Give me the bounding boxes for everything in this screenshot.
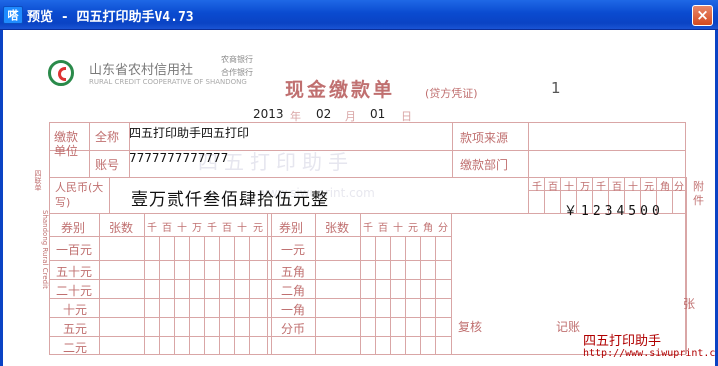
source-label: 款项来源 bbox=[460, 131, 509, 145]
denom-row-label: 二元 bbox=[63, 341, 88, 355]
denom-row-label: 五元 bbox=[63, 322, 88, 336]
denom-left-count-header: 张数 bbox=[109, 221, 134, 235]
denom-digit-header: 千 bbox=[207, 223, 217, 234]
preview-area: 山东省农村信用社 农商银行 合作银行 RURAL CREDIT COOPERAT… bbox=[3, 30, 715, 366]
payer-account-value: 7777777777777 bbox=[129, 151, 229, 165]
digit-header: 千 bbox=[532, 182, 542, 193]
digit-header: 百 bbox=[548, 182, 558, 193]
denom-left-header: 券别 bbox=[61, 221, 86, 235]
payer-name-value: 四五打印助手四五打印 bbox=[129, 126, 250, 140]
denom-row-label: 十元 bbox=[63, 303, 88, 317]
denom-row-label: 分币 bbox=[281, 322, 306, 336]
digit-header: 百 bbox=[612, 182, 622, 193]
digit-header: 元 bbox=[644, 182, 654, 193]
review-label: 复核 bbox=[458, 320, 483, 334]
digit-header: 角 bbox=[660, 182, 670, 193]
amount-in-figures: ￥1234500 bbox=[564, 204, 664, 219]
window-title: 预览 - 四五打印助手V4.73 bbox=[27, 10, 194, 25]
app-icon: 嗒 bbox=[3, 6, 23, 24]
denom-right-header: 券别 bbox=[279, 221, 304, 235]
denom-row-label: 二角 bbox=[281, 284, 306, 298]
digit-header: 十 bbox=[628, 182, 638, 193]
denom-digit-header: 百 bbox=[222, 223, 232, 234]
denom-digit-header: 十 bbox=[177, 223, 187, 234]
digit-header: 万 bbox=[580, 182, 590, 193]
denom-digit-header: 千 bbox=[147, 223, 157, 234]
denom-digit-header: 分 bbox=[438, 223, 448, 234]
denom-digit-header: 十 bbox=[393, 223, 403, 234]
attachment-label: 附件 bbox=[693, 180, 704, 207]
digit-header: 千 bbox=[596, 182, 606, 193]
denom-digit-header: 千 bbox=[363, 223, 373, 234]
amount-in-words: 壹万贰仟叁佰肆拾伍元整 bbox=[131, 190, 329, 210]
title-bar: 嗒 预览 - 四五打印助手V4.73 × bbox=[0, 0, 718, 30]
digit-header: 十 bbox=[564, 182, 574, 193]
payer-section-label: 缴款单位 bbox=[54, 130, 79, 158]
denom-row-label: 一元 bbox=[281, 243, 306, 257]
denom-digit-header: 元 bbox=[253, 223, 263, 234]
sheet-unit-label: 张 bbox=[683, 297, 696, 311]
denom-row-label: 五角 bbox=[281, 265, 306, 279]
rmb-label: 人民币(大写) bbox=[55, 181, 104, 209]
brand-name: 四五打印助手 bbox=[583, 334, 662, 349]
denom-digit-header: 百 bbox=[162, 223, 172, 234]
digit-header: 分 bbox=[674, 182, 684, 193]
brand-url: http://www.siwuprint.com bbox=[583, 348, 715, 359]
denom-row-label: 一角 bbox=[281, 303, 306, 317]
denom-digit-header: 角 bbox=[423, 223, 433, 234]
denom-row-label: 二十元 bbox=[56, 284, 93, 298]
denom-row-label: 五十元 bbox=[56, 265, 93, 279]
dept-label: 缴款部门 bbox=[460, 158, 509, 172]
payer-account-label: 账号 bbox=[95, 158, 120, 172]
denom-digit-header: 元 bbox=[408, 223, 418, 234]
denom-row-label: 一百元 bbox=[56, 243, 93, 257]
denom-digit-header: 十 bbox=[237, 223, 247, 234]
denom-right-count-header: 张数 bbox=[325, 221, 350, 235]
record-label: 记账 bbox=[556, 320, 581, 334]
payer-name-label: 全称 bbox=[95, 130, 120, 144]
denom-digit-header: 百 bbox=[378, 223, 388, 234]
close-button[interactable]: × bbox=[692, 5, 713, 26]
denom-digit-header: 万 bbox=[192, 223, 202, 234]
form-grid bbox=[49, 122, 687, 355]
